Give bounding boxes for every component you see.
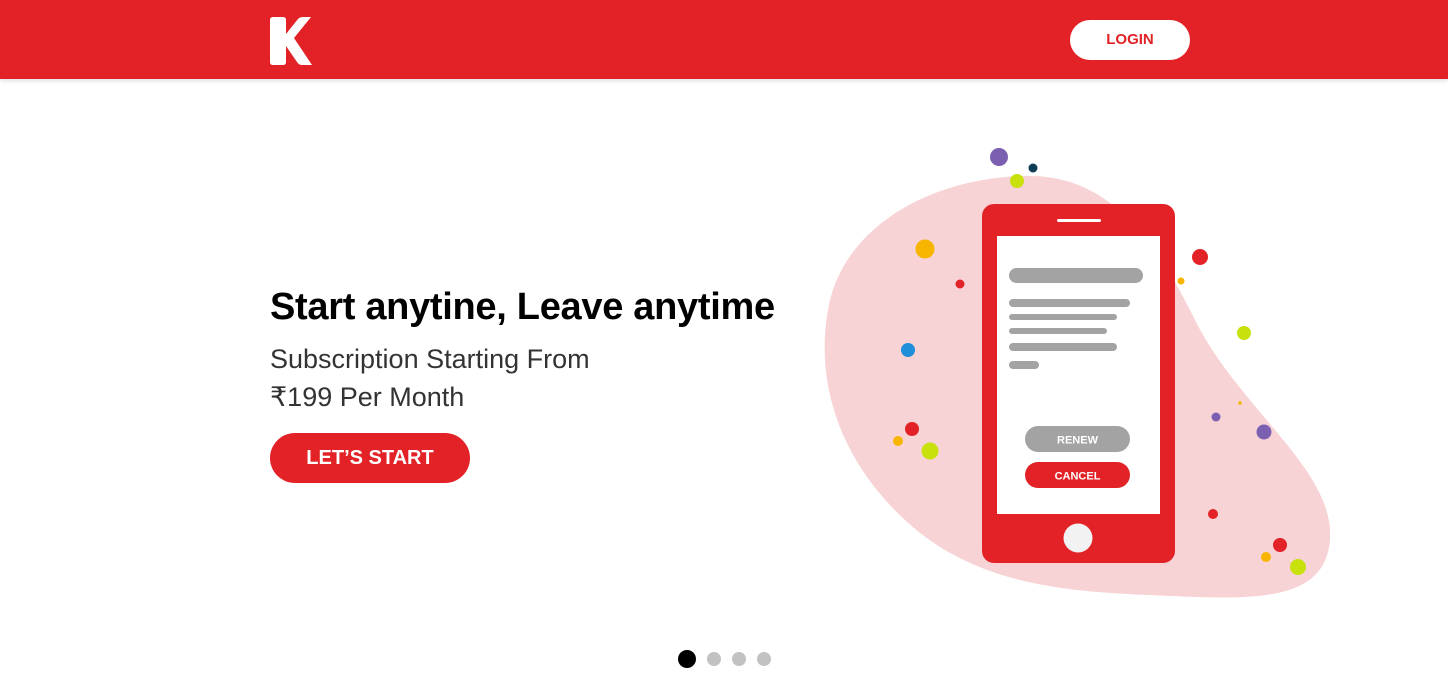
carousel-dot-3[interactable] — [732, 652, 746, 666]
renew-label: RENEW — [1057, 435, 1099, 447]
cancel-label: CANCEL — [1055, 471, 1101, 483]
hero-subtitle-line1: Subscription Starting From — [270, 344, 590, 374]
top-nav-bar: LOGIN — [0, 0, 1448, 79]
carousel-dot-1[interactable] — [678, 650, 696, 668]
hero-text-block: Start anytine, Leave anytime Subscriptio… — [270, 280, 830, 416]
hero-subtitle: Subscription Starting From ₹199 Per Mont… — [270, 340, 830, 416]
carousel-dot-2[interactable] — [707, 652, 721, 666]
lets-start-button[interactable]: LET’S START — [270, 433, 470, 483]
hero-title: Start anytine, Leave anytime — [270, 286, 775, 328]
phone-subscription-illustration: RENEW CANCEL — [824, 148, 1331, 598]
phone-device: RENEW CANCEL — [982, 204, 1175, 563]
carousel-dot-4[interactable] — [757, 652, 771, 666]
carousel-pagination — [678, 650, 771, 668]
hero-subtitle-line2: ₹199 Per Month — [270, 382, 465, 412]
k-logo-icon[interactable] — [270, 17, 312, 65]
login-button[interactable]: LOGIN — [1070, 20, 1190, 60]
